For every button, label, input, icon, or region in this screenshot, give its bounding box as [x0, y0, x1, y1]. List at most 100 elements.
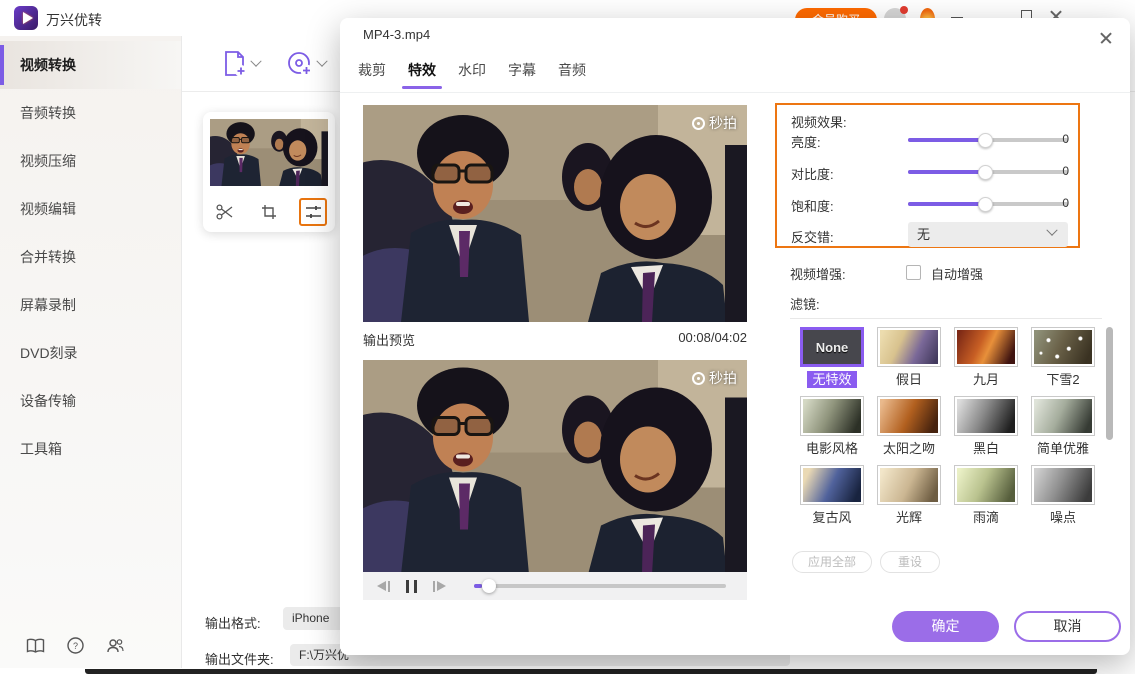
- filter-item-retro[interactable]: 复古风: [800, 465, 864, 527]
- filter-thumb[interactable]: [803, 468, 861, 502]
- filter-name: 复古风: [812, 509, 851, 526]
- apply-all-button[interactable]: 应用全部: [792, 551, 872, 573]
- sidebar-item-screen-record[interactable]: 屏幕录制: [0, 281, 181, 329]
- sidebar-item-merge-convert[interactable]: 合并转换: [0, 233, 181, 281]
- chevron-down-icon: [316, 56, 327, 67]
- divider: [790, 318, 1102, 319]
- filter-thumb[interactable]: [1034, 468, 1092, 502]
- scissors-icon: [216, 204, 234, 220]
- add-disc-button[interactable]: [286, 50, 326, 78]
- filters-scrollbar[interactable]: [1106, 327, 1113, 440]
- sidebar-item-label: 视频编辑: [20, 199, 76, 219]
- tab-audio[interactable]: 音频: [558, 60, 586, 80]
- chevron-down-icon: [1046, 225, 1057, 236]
- sidebar-item-audio-convert[interactable]: 音频转换: [0, 89, 181, 137]
- filter-thumb[interactable]: [880, 468, 938, 502]
- enhance-label: 视频增强:: [790, 264, 846, 283]
- filter-item-glory[interactable]: 光辉: [877, 465, 941, 527]
- filter-name: 光辉: [896, 509, 922, 526]
- filter-thumb[interactable]: [1034, 330, 1092, 364]
- filter-item-elegant[interactable]: 简单优雅: [1031, 396, 1095, 458]
- sidebar-item-label: 视频压缩: [20, 151, 76, 171]
- deinterlace-select[interactable]: 无: [908, 222, 1068, 247]
- brightness-knob[interactable]: [978, 133, 993, 148]
- cancel-button[interactable]: 取消: [1014, 611, 1121, 642]
- prev-frame-button[interactable]: [377, 581, 390, 592]
- output-preview: 秒拍: [363, 360, 747, 572]
- contrast-slider[interactable]: [908, 170, 1068, 174]
- tab-crop[interactable]: 裁剪: [358, 60, 386, 80]
- output-format-label: 输出格式:: [205, 613, 261, 632]
- filter-thumb[interactable]: [880, 330, 938, 364]
- saturation-label: 饱和度:: [791, 196, 834, 215]
- filter-item-blackwhite[interactable]: 黑白: [954, 396, 1018, 458]
- filter-name: 假日: [896, 371, 922, 388]
- filter-thumb[interactable]: None: [800, 327, 864, 367]
- tab-effects[interactable]: 特效: [408, 60, 436, 80]
- notification-dot: [900, 6, 908, 14]
- add-disc-icon: [286, 50, 314, 78]
- brightness-slider[interactable]: [908, 138, 1068, 142]
- filter-item-snow2[interactable]: 下雪2: [1031, 327, 1095, 389]
- filter-item-cinema[interactable]: 电影风格: [800, 396, 864, 458]
- crop-button[interactable]: [255, 198, 283, 226]
- filter-thumb[interactable]: [803, 399, 861, 433]
- add-file-button[interactable]: [222, 50, 260, 78]
- pause-button[interactable]: [406, 580, 417, 593]
- filter-name: 黑白: [973, 440, 999, 457]
- next-frame-button[interactable]: [433, 581, 446, 592]
- filter-item-noise[interactable]: 噪点: [1031, 465, 1095, 527]
- media-card[interactable]: [203, 112, 335, 232]
- sidebar-item-video-convert[interactable]: 视频转换: [0, 41, 181, 89]
- sidebar-item-label: 屏幕录制: [20, 295, 76, 315]
- community-icon[interactable]: [106, 638, 125, 654]
- filter-item-sunkiss[interactable]: 太阳之吻: [877, 396, 941, 458]
- reset-button[interactable]: 重设: [880, 551, 940, 573]
- watermark-text: 秒拍: [709, 368, 737, 388]
- filter-item-raindrop[interactable]: 雨滴: [954, 465, 1018, 527]
- filter-thumb[interactable]: [957, 330, 1015, 364]
- deinterlace-label: 反交错:: [791, 227, 834, 246]
- filter-thumb[interactable]: [880, 399, 938, 433]
- watermark: 秒拍: [692, 113, 737, 133]
- dialog-close-button[interactable]: [1098, 30, 1114, 46]
- filter-item-september[interactable]: 九月: [954, 327, 1018, 389]
- seek-progress: [474, 584, 482, 588]
- seek-slider[interactable]: [474, 584, 726, 588]
- saturation-slider[interactable]: [908, 202, 1068, 206]
- playback-time: 00:08/04:02: [678, 330, 747, 349]
- sidebar-item-device-transfer[interactable]: 设备传输: [0, 377, 181, 425]
- contrast-knob[interactable]: [978, 165, 993, 180]
- help-icon[interactable]: ?: [67, 637, 84, 654]
- filter-thumb[interactable]: [1034, 399, 1092, 433]
- filter-name: 九月: [973, 371, 999, 388]
- filter-thumb[interactable]: [957, 399, 1015, 433]
- play-logo-icon: [23, 12, 33, 24]
- seek-knob[interactable]: [482, 579, 496, 593]
- filter-item-holiday[interactable]: 假日: [877, 327, 941, 389]
- sidebar-item-dvd-burn[interactable]: DVD刻录: [0, 329, 181, 377]
- sidebar-item-video-edit[interactable]: 视频编辑: [0, 185, 181, 233]
- tab-subtitle[interactable]: 字幕: [508, 60, 536, 80]
- ok-button[interactable]: 确定: [892, 611, 999, 642]
- manual-book-icon[interactable]: [26, 638, 45, 654]
- sidebar-item-video-compress[interactable]: 视频压缩: [0, 137, 181, 185]
- sidebar-item-label: 音频转换: [20, 103, 76, 123]
- auto-enhance-checkbox[interactable]: [906, 265, 921, 280]
- sidebar-item-toolbox[interactable]: 工具箱: [0, 425, 181, 473]
- watermark: 秒拍: [692, 368, 737, 388]
- filters-label: 滤镜:: [790, 294, 820, 313]
- output-folder-label: 输出文件夹:: [205, 649, 274, 668]
- watermark-text: 秒拍: [709, 113, 737, 133]
- watermark-camera-icon: [692, 117, 705, 130]
- saturation-knob[interactable]: [978, 197, 993, 212]
- effects-button[interactable]: [299, 198, 327, 226]
- contrast-label: 对比度:: [791, 164, 834, 183]
- filter-item-none[interactable]: None 无特效: [800, 327, 864, 389]
- trim-button[interactable]: [211, 198, 239, 226]
- filter-thumb[interactable]: [957, 468, 1015, 502]
- brightness-value: 0: [1062, 132, 1069, 146]
- tab-watermark[interactable]: 水印: [458, 60, 486, 80]
- sidebar-item-label: 视频转换: [20, 55, 76, 75]
- effects-title: 视频效果:: [791, 112, 847, 131]
